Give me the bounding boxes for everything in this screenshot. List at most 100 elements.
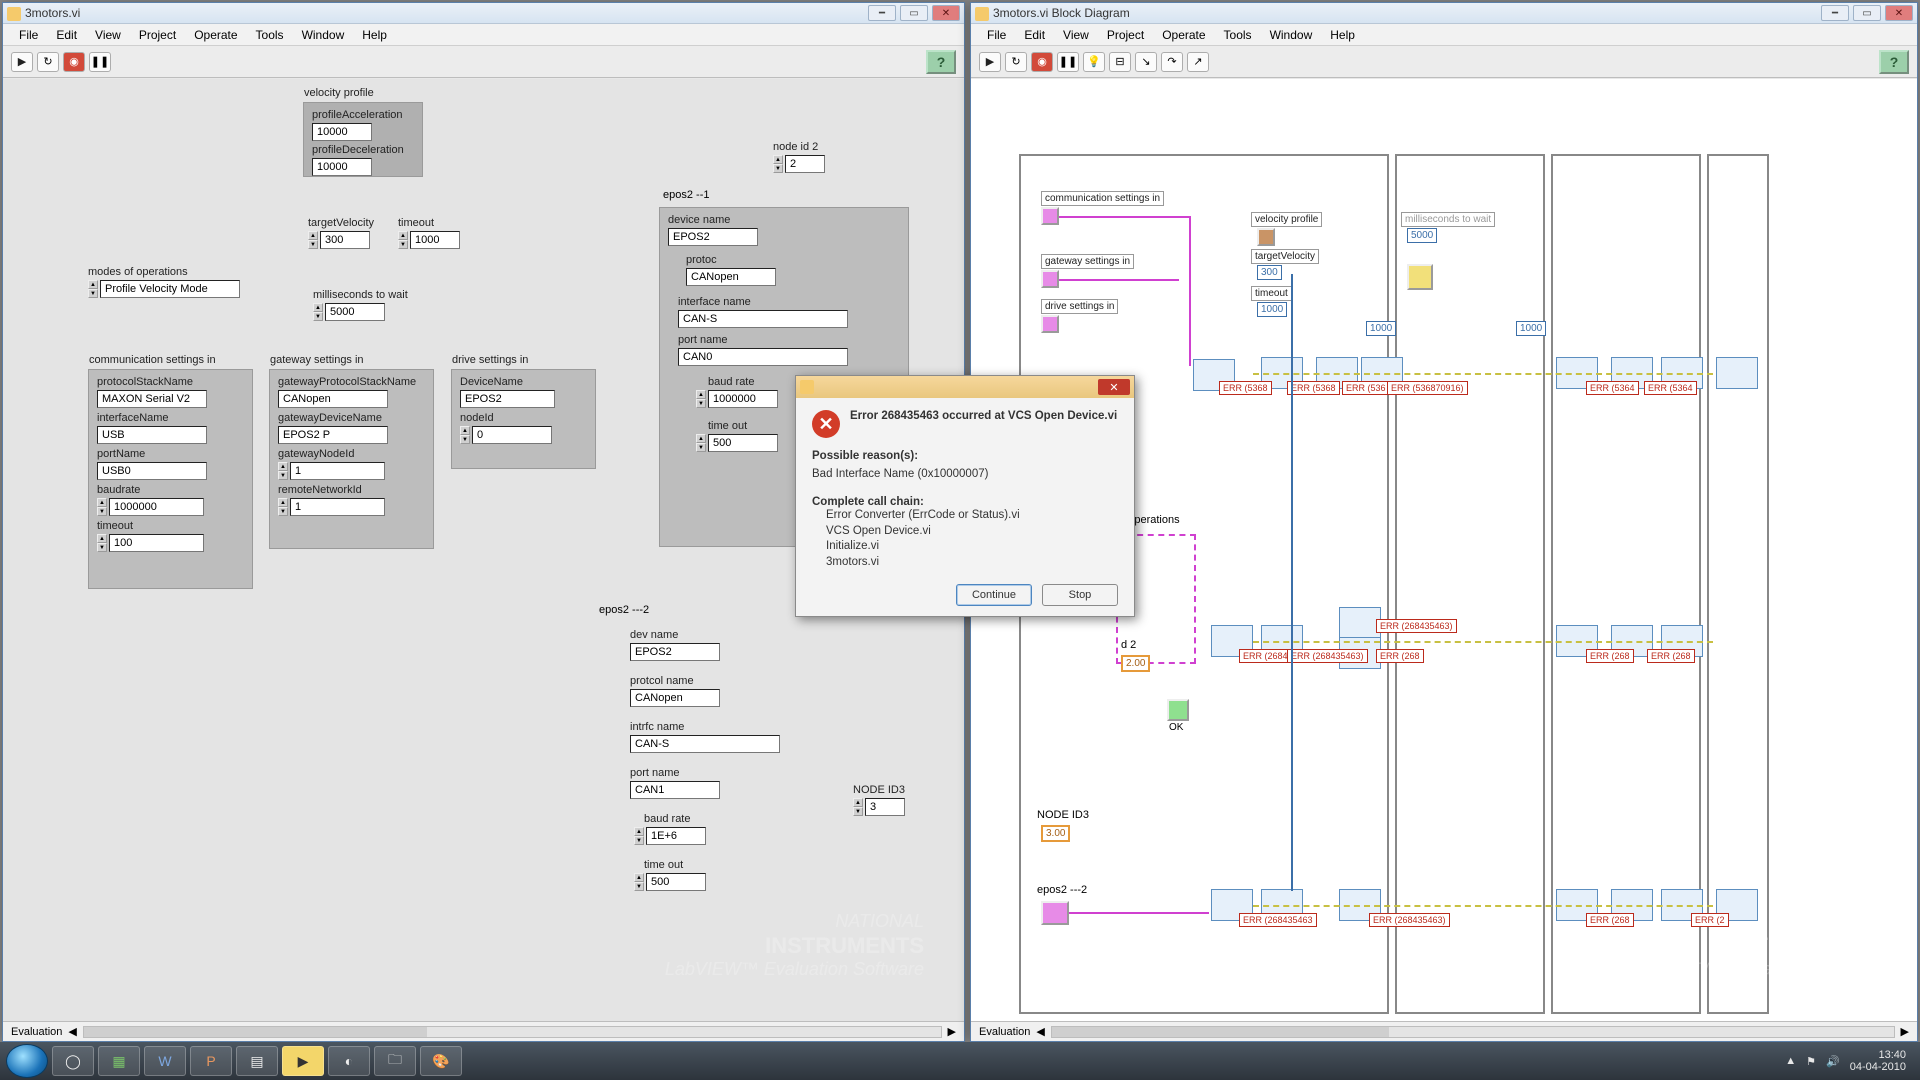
e1-baudrate-input[interactable]: [708, 390, 778, 408]
spin-icon[interactable]: ▲▼: [634, 827, 644, 845]
comm-settings-cluster[interactable]: communication settings in protocolStackN…: [88, 369, 253, 589]
spin-icon[interactable]: ▲▼: [773, 155, 783, 173]
context-help-icon[interactable]: ?: [926, 50, 956, 74]
abort-button[interactable]: ◉: [1031, 52, 1053, 72]
menu-help[interactable]: Help: [354, 26, 395, 44]
protocolstackname-input[interactable]: [97, 390, 207, 408]
step-out-button[interactable]: ↗: [1187, 52, 1209, 72]
menu-operate[interactable]: Operate: [186, 26, 245, 44]
minimize-button[interactable]: ━: [868, 5, 896, 21]
taskbar-item[interactable]: ◐: [328, 1046, 370, 1076]
e1-protoc-input[interactable]: [686, 268, 776, 286]
e1-interface-input[interactable]: [678, 310, 848, 328]
terminal-icon[interactable]: [1257, 228, 1275, 246]
menu-operate[interactable]: Operate: [1154, 26, 1213, 44]
remote-networkid-input[interactable]: [290, 498, 385, 516]
spin-icon[interactable]: ▲▼: [97, 534, 107, 552]
bd-constant[interactable]: 1000: [1516, 321, 1546, 336]
e2-intrfc-input[interactable]: [630, 735, 780, 753]
dialog-titlebar[interactable]: ✕: [796, 376, 1134, 398]
sequence-frame[interactable]: [1707, 154, 1769, 1014]
stop-button[interactable]: Stop: [1042, 584, 1118, 606]
drive-settings-cluster[interactable]: drive settings in DeviceName nodeId ▲▼: [451, 369, 596, 469]
taskbar-explorer-icon[interactable]: 🗀: [374, 1046, 416, 1076]
taskbar-labview-icon[interactable]: ▶: [282, 1046, 324, 1076]
spin-icon[interactable]: ▲▼: [696, 390, 706, 408]
tray-volume-icon[interactable]: 🔊: [1826, 1055, 1840, 1068]
profile-acceleration-input[interactable]: [312, 123, 372, 141]
menu-edit[interactable]: Edit: [1016, 26, 1053, 44]
horizontal-scrollbar[interactable]: [1051, 1026, 1895, 1038]
taskbar-item[interactable]: ▤: [236, 1046, 278, 1076]
step-over-button[interactable]: ↷: [1161, 52, 1183, 72]
e2-baudrate-input[interactable]: [646, 827, 706, 845]
menu-window[interactable]: Window: [1262, 26, 1321, 44]
devicename-input[interactable]: [460, 390, 555, 408]
taskbar-powerpoint-icon[interactable]: P: [190, 1046, 232, 1076]
portname-input[interactable]: [97, 462, 207, 480]
spin-icon[interactable]: ▲▼: [696, 434, 706, 452]
spin-icon[interactable]: ▲▼: [398, 231, 408, 249]
menu-file[interactable]: File: [11, 26, 46, 44]
close-button[interactable]: ✕: [1098, 379, 1130, 395]
epos2-2-cluster[interactable]: dev name protcol name intrfc name port n…: [598, 623, 873, 998]
spin-icon[interactable]: ▲▼: [88, 280, 98, 298]
timeout-input[interactable]: [410, 231, 460, 249]
maximize-button[interactable]: ▭: [900, 5, 928, 21]
menu-project[interactable]: Project: [1099, 26, 1152, 44]
nodeid-input[interactable]: [472, 426, 552, 444]
spin-icon[interactable]: ▲▼: [853, 798, 863, 816]
nodeid3-input[interactable]: [865, 798, 905, 816]
velocity-profile-cluster[interactable]: velocity profile profileAcceleration pro…: [303, 102, 423, 177]
gw-device-input[interactable]: [278, 426, 388, 444]
e1-devicename-input[interactable]: [668, 228, 758, 246]
e2-portname-input[interactable]: [630, 781, 720, 799]
terminal-icon[interactable]: [1041, 901, 1069, 925]
menu-tools[interactable]: Tools: [1216, 26, 1260, 44]
bd-constant[interactable]: 2.00: [1121, 655, 1150, 672]
menu-view[interactable]: View: [1055, 26, 1097, 44]
nodeid2-input[interactable]: [785, 155, 825, 173]
spin-icon[interactable]: ▲▼: [278, 498, 288, 516]
scroll-left-icon[interactable]: ◀: [68, 1025, 76, 1038]
pause-button[interactable]: ❚❚: [1057, 52, 1079, 72]
modes-combo[interactable]: [100, 280, 240, 298]
bd-constant[interactable]: 300: [1257, 265, 1282, 280]
run-button[interactable]: ▶: [11, 52, 33, 72]
baudrate-input[interactable]: [109, 498, 204, 516]
scroll-right-icon[interactable]: ▶: [948, 1025, 956, 1038]
menu-tools[interactable]: Tools: [248, 26, 292, 44]
menu-file[interactable]: File: [979, 26, 1014, 44]
spin-icon[interactable]: ▲▼: [278, 462, 288, 480]
taskbar-chrome-icon[interactable]: ◯: [52, 1046, 94, 1076]
spin-icon[interactable]: ▲▼: [634, 873, 644, 891]
e2-timeout-input[interactable]: [646, 873, 706, 891]
terminal-icon[interactable]: [1041, 270, 1059, 288]
ok-button-node[interactable]: [1167, 699, 1189, 721]
e1-timeout-input[interactable]: [708, 434, 778, 452]
scroll-right-icon[interactable]: ▶: [1901, 1025, 1909, 1038]
pause-button[interactable]: ❚❚: [89, 52, 111, 72]
spin-icon[interactable]: ▲▼: [313, 303, 323, 321]
run-cont-button[interactable]: ↻: [37, 52, 59, 72]
abort-button[interactable]: ◉: [63, 52, 85, 72]
close-button[interactable]: ✕: [932, 5, 960, 21]
e2-protcol-input[interactable]: [630, 689, 720, 707]
menu-window[interactable]: Window: [294, 26, 353, 44]
gw-protocol-input[interactable]: [278, 390, 388, 408]
taskbar-paint-icon[interactable]: 🎨: [420, 1046, 462, 1076]
profile-deceleration-input[interactable]: [312, 158, 372, 176]
bd-constant[interactable]: 3.00: [1041, 825, 1070, 842]
system-tray[interactable]: ▲ ⚑ 🔊 13:40 04-04-2010: [1785, 1049, 1914, 1073]
target-velocity-input[interactable]: [320, 231, 370, 249]
minimize-button[interactable]: ━: [1821, 5, 1849, 21]
interfacename-input[interactable]: [97, 426, 207, 444]
continue-button[interactable]: Continue: [956, 584, 1032, 606]
highlight-exec-button[interactable]: 💡: [1083, 52, 1105, 72]
horizontal-scrollbar[interactable]: [83, 1026, 942, 1038]
bd-constant[interactable]: 5000: [1407, 228, 1437, 243]
step-into-button[interactable]: ↘: [1135, 52, 1157, 72]
menu-view[interactable]: View: [87, 26, 129, 44]
run-cont-button[interactable]: ↻: [1005, 52, 1027, 72]
subvi-node[interactable]: [1716, 357, 1758, 389]
